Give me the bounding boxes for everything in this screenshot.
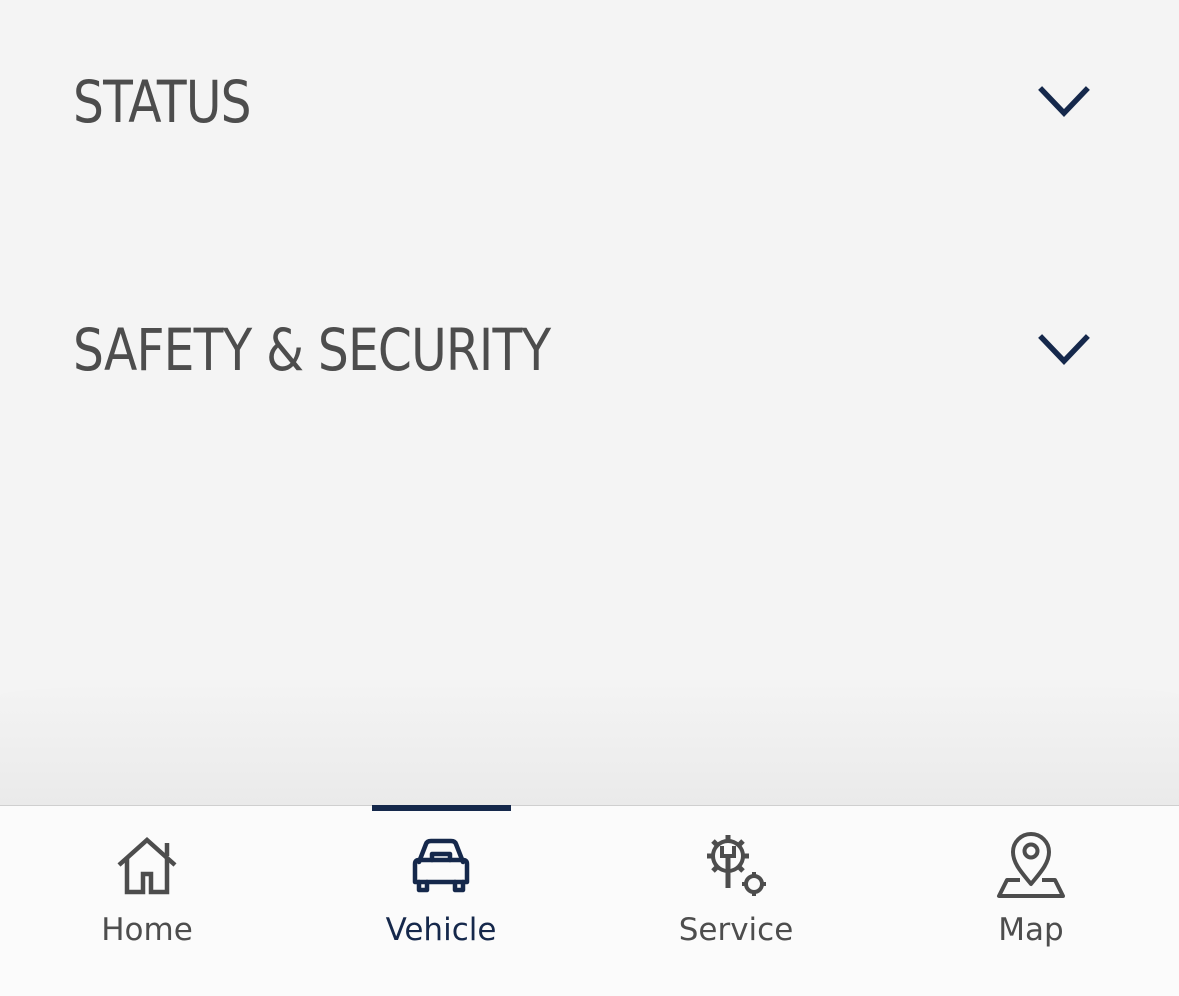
status-section-title: STATUS <box>73 68 252 136</box>
service-gears-icon <box>707 835 766 896</box>
scroll-fade <box>0 680 1179 805</box>
tab-map[interactable]: Map <box>884 806 1178 996</box>
tab-home[interactable]: Home <box>0 806 294 996</box>
status-section-header[interactable]: STATUS <box>0 42 1179 162</box>
tab-vehicle[interactable]: Vehicle <box>294 806 588 996</box>
tab-vehicle-label: Vehicle <box>385 912 497 948</box>
tab-service[interactable]: Service <box>589 806 883 996</box>
chevron-down-icon <box>1038 86 1090 117</box>
map-pin-icon <box>997 832 1065 898</box>
main-content: STATUS SAFETY & SECURITY <box>0 0 1179 805</box>
bottom-tab-bar: Home Vehicle Service Map <box>0 805 1179 996</box>
tab-map-label: Map <box>998 912 1064 948</box>
tab-home-label: Home <box>101 912 193 948</box>
safety-security-section-title: SAFETY & SECURITY <box>73 316 551 384</box>
chevron-down-icon <box>1038 334 1090 365</box>
safety-security-section-header[interactable]: SAFETY & SECURITY <box>0 290 1179 410</box>
tab-service-label: Service <box>678 912 794 948</box>
car-icon <box>412 838 470 893</box>
home-icon <box>117 836 177 895</box>
